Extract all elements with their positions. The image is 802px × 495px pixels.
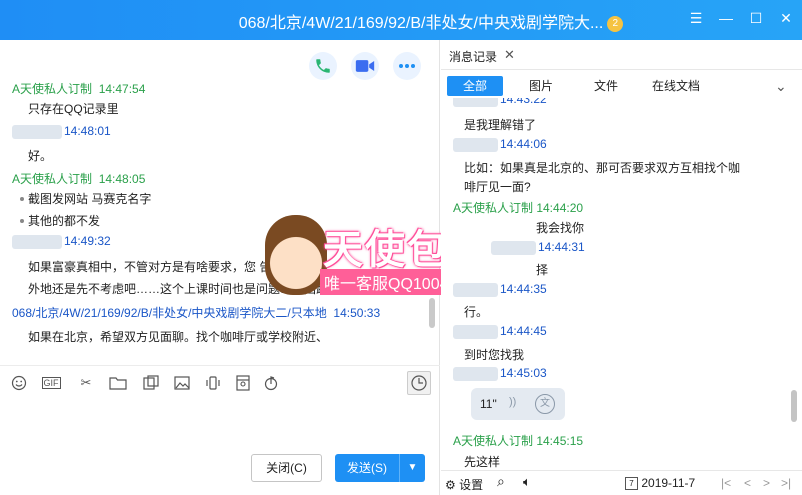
title-bar: 068/北京/4W/21/169/92/B/非处女/中央戏剧学院大... 2 ☰ … — [0, 0, 802, 40]
video-icon[interactable] — [351, 52, 379, 80]
message-text: 其他的都不发 — [28, 214, 101, 228]
message-header: A天使私人订制 14:47:54 — [12, 82, 146, 96]
gif-icon[interactable]: GIF — [40, 374, 62, 392]
transcribe-icon[interactable]: 文 — [535, 394, 555, 414]
send-button[interactable]: 发送(S) — [335, 454, 399, 482]
history-entry-header: A天使私人订制 14:45:15 — [453, 434, 584, 448]
music-icon[interactable] — [262, 374, 280, 392]
message-text: 好。 — [28, 149, 53, 163]
bullet-icon — [20, 197, 24, 201]
history-scrollbar-thumb[interactable] — [791, 390, 797, 422]
red-packet-icon[interactable] — [234, 374, 252, 392]
history-entry-text: 我会找你 — [536, 221, 585, 235]
window-controls: ☰ — ☐ ✕ — [688, 8, 794, 28]
history-entry-text: 先这样 — [464, 455, 501, 468]
message-header: 14:48:01 — [12, 124, 111, 139]
history-panel: 消息记录 ✕ 全部 图片 文件 在线文档 ⌄ 14:43:22 是我理解错了 1… — [441, 40, 802, 495]
message-text: 如果在北京，希望双方见面聊。找个咖啡厅或学校附近、 — [28, 330, 329, 344]
history-scrollbar[interactable] — [790, 100, 798, 465]
history-tab-bar: 消息记录 ✕ — [441, 40, 802, 70]
call-actions — [309, 52, 421, 80]
history-entry-text: 到时您找我 — [464, 348, 525, 362]
chat-panel: A天使私人订制 14:47:54 只存在QQ记录里 14:48:01 好。 A天… — [0, 40, 531, 495]
send-button-group: 发送(S) ▼ — [335, 454, 425, 482]
prev-page-icon[interactable]: < — [744, 476, 751, 490]
history-entry-header: A天使私人订制 14:44:20 — [453, 201, 584, 215]
emoji-icon[interactable] — [10, 374, 28, 392]
history-footer: ⚙ 设置 ⌕ 🔈︎ 7 2019-11-7 |< < > >| — [441, 470, 802, 495]
phone-shake-icon[interactable] — [204, 374, 222, 392]
close-button[interactable]: 关闭(C) — [251, 454, 322, 482]
first-page-icon[interactable]: |< — [721, 476, 731, 490]
bullet-icon — [20, 219, 24, 223]
sound-wave-icon: )) — [509, 396, 517, 408]
filter-files[interactable]: 文件 — [586, 76, 626, 96]
history-entry-header: 14:45:03 — [453, 366, 547, 381]
history-entry-header: 14:44:35 — [453, 282, 547, 297]
message-header: 14:49:32 — [12, 234, 111, 249]
message-text: 只存在QQ记录里 — [28, 102, 119, 116]
phone-icon[interactable] — [309, 52, 337, 80]
input-toolbar: GIF ✂ — [0, 365, 440, 401]
filter-all[interactable]: 全部 — [447, 76, 503, 96]
filter-images[interactable]: 图片 — [521, 76, 561, 96]
history-list: 14:43:22 是我理解错了 14:44:06 比如：如果真是北京的、那可否要… — [441, 98, 791, 468]
window-title: 068/北京/4W/21/169/92/B/非处女/中央戏剧学院大... 2 — [0, 9, 802, 33]
last-page-icon[interactable]: >| — [781, 476, 791, 490]
calendar-icon: 7 — [625, 477, 638, 491]
chevron-down-icon[interactable]: ⌄ — [775, 78, 787, 95]
maximize-icon[interactable]: ☐ — [748, 8, 764, 28]
next-page-icon[interactable]: > — [763, 476, 770, 490]
blurred-sender — [12, 234, 62, 249]
voice-duration: 11" — [480, 397, 497, 411]
image-multi-icon[interactable] — [142, 374, 160, 392]
speaker-icon[interactable]: 🔈︎ — [523, 474, 531, 490]
chevron-down-icon[interactable]: ▼ — [399, 454, 425, 482]
folder-icon[interactable] — [109, 374, 127, 392]
message-text: 外地还是先不考虑吧……这个上课时间也是问题…来回跑 — [28, 282, 329, 296]
minimize-icon[interactable]: — — [718, 8, 734, 28]
message-header: A天使私人订制 14:48:05 — [12, 172, 146, 186]
search-icon[interactable]: ⌕ — [497, 473, 505, 490]
message-list: A天使私人订制 14:47:54 只存在QQ记录里 14:48:01 好。 A天… — [0, 78, 432, 365]
history-entry-header: 14:44:45 — [453, 324, 547, 339]
history-entry-text: 择 — [536, 263, 549, 277]
history-entry-header: 14:43:22 — [453, 98, 547, 107]
close-icon[interactable]: ✕ — [778, 8, 794, 28]
close-icon[interactable]: ✕ — [504, 47, 515, 63]
star-badge-icon: 2 — [607, 15, 624, 32]
history-entry-text: 啡厅见一面? — [464, 180, 531, 194]
image-icon[interactable] — [173, 374, 191, 392]
chat-scrollbar[interactable] — [429, 88, 435, 363]
chat-scrollbar-thumb[interactable] — [429, 298, 435, 328]
scissors-icon[interactable]: ✂ — [77, 374, 95, 392]
gear-icon: ⚙ — [445, 478, 456, 492]
message-text: 如果富豪真相中，不管对方是有啥要求，您 告诉 — [28, 260, 284, 274]
filter-online-docs[interactable]: 在线文档 — [641, 76, 711, 96]
history-entry-header: 14:44:31 — [491, 240, 585, 255]
history-filters: 全部 图片 文件 在线文档 ⌄ — [441, 73, 802, 97]
menu-icon[interactable]: ☰ — [688, 8, 704, 28]
message-header: 068/北京/4W/21/169/92/B/非处女/中央戏剧学院大二/只本地 1… — [12, 306, 381, 320]
history-entry-text: 行。 — [464, 305, 489, 319]
more-icon[interactable] — [393, 52, 421, 80]
settings-button[interactable]: ⚙ 设置 — [445, 476, 483, 493]
history-entry-text: 比如：如果真是北京的、那可否要求双方互相找个咖 — [464, 161, 741, 175]
tab-message-history[interactable]: 消息记录 — [449, 48, 497, 65]
blurred-sender — [12, 124, 62, 139]
message-text: 截图发网站 马赛克名字 — [28, 192, 152, 206]
history-entry-text: 是我理解错了 — [464, 118, 537, 132]
date-picker[interactable]: 7 2019-11-7 — [625, 476, 695, 491]
history-entry-header: 14:44:06 — [453, 137, 547, 152]
voice-message[interactable]: 11" )) 文 — [471, 388, 565, 420]
window-title-text: 068/北京/4W/21/169/92/B/非处女/中央戏剧学院大... — [238, 15, 604, 32]
clock-icon — [411, 375, 427, 391]
history-toggle-button[interactable] — [407, 371, 431, 395]
